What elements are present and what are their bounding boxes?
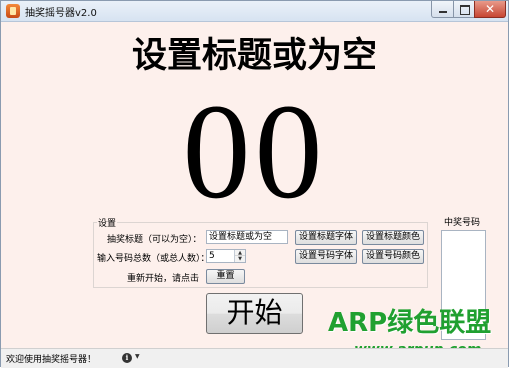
close-icon: ✕ <box>484 2 496 16</box>
watermark-text: ARP绿色联盟 <box>328 308 492 338</box>
restart-label: 重新开始，请点击 <box>127 274 200 284</box>
start-button[interactable]: 开始 <box>206 293 303 334</box>
set-title-color-button[interactable]: 设置标题颜色 <box>362 230 424 245</box>
minimize-button[interactable] <box>431 1 454 18</box>
status-text: 欢迎使用抽奖摇号器！ <box>6 355 97 365</box>
maximize-button[interactable] <box>453 1 475 18</box>
stepper-buttons: ▲ ▼ <box>234 250 245 262</box>
set-number-font-button[interactable]: 设置号码字体 <box>295 249 357 264</box>
app-icon <box>6 4 20 18</box>
app-window: 抽奖摇号器v2.0 ✕ 设置标题或为空 00 设置 抽奖标题（可以为空）： 设置… <box>0 0 509 368</box>
set-number-color-button[interactable]: 设置号码颜色 <box>362 249 424 264</box>
chevron-down-icon[interactable]: ▼ <box>135 353 140 360</box>
count-value: 5 <box>209 251 215 261</box>
title-bar[interactable]: 抽奖摇号器v2.0 ✕ <box>1 1 508 22</box>
lottery-title-display: 设置标题或为空 <box>131 35 377 76</box>
winners-label: 中奖号码 <box>444 218 481 228</box>
title-field-label: 抽奖标题（可以为空）： <box>107 235 202 245</box>
lottery-number-display: 00 <box>182 77 327 227</box>
count-stepper[interactable]: 5 ▲ ▼ <box>206 249 246 263</box>
title-input[interactable]: 设置标题或为空 <box>206 230 288 244</box>
count-field-label: 输入号码总数（或总人数）： <box>97 254 210 264</box>
set-title-font-button[interactable]: 设置标题字体 <box>295 230 357 245</box>
window-title: 抽奖摇号器v2.0 <box>25 8 97 19</box>
settings-legend: 设置 <box>97 216 118 229</box>
stepper-down-icon[interactable]: ▼ <box>235 256 245 262</box>
info-icon[interactable]: i <box>122 353 132 363</box>
close-button[interactable]: ✕ <box>474 1 506 18</box>
reset-button[interactable]: 重置 <box>206 269 245 284</box>
status-bar: 欢迎使用抽奖摇号器！ i ▼ <box>1 348 508 368</box>
